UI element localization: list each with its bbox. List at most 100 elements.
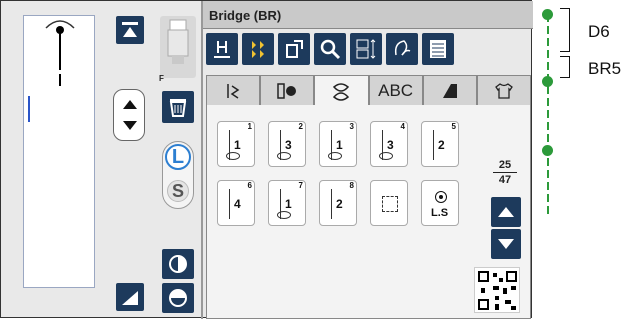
stitch-line: [59, 74, 61, 86]
stitch-number: 2: [298, 122, 303, 131]
qr-module: [511, 286, 516, 290]
stitch-value: 3: [387, 138, 394, 152]
stitch-grid: 11 23 31 43 52 64 71 82 L.S: [217, 121, 459, 226]
stitch-glyph: [433, 130, 434, 160]
qr-module: [495, 304, 499, 310]
stitch-preview: [23, 15, 95, 288]
tab-letters[interactable]: ABC: [368, 75, 423, 105]
up-arrow-icon[interactable]: [123, 100, 137, 109]
down-arrow-icon[interactable]: [123, 121, 137, 130]
stitch-tile-ls[interactable]: L.S: [421, 180, 459, 226]
stitch-tile[interactable]: 71: [268, 180, 306, 226]
title-bar: Bridge (BR): [203, 1, 533, 29]
satin-stitch-icon: [442, 83, 457, 98]
stitch-number: 6: [247, 181, 252, 190]
stitch-number: 4: [400, 122, 405, 131]
frame-icon: [382, 196, 398, 212]
stitch-tile[interactable]: 43: [370, 121, 408, 167]
flip-button[interactable]: [162, 283, 194, 313]
go-to-start-icon: [122, 22, 138, 37]
qr-module: [503, 288, 507, 294]
needle-mode-button[interactable]: [206, 33, 238, 65]
tab-utility[interactable]: [206, 75, 261, 105]
qr-module: [493, 286, 499, 290]
stitch-glyph: [379, 152, 393, 160]
length-toggle[interactable]: L S: [162, 141, 194, 209]
spacing-button[interactable]: [350, 33, 382, 65]
tab-letters-label: ABC: [378, 80, 414, 100]
mirror-icon: [169, 255, 187, 273]
page-total: 47: [498, 174, 512, 186]
start-point-button[interactable]: [116, 16, 144, 44]
presser-foot-indicator: [160, 16, 196, 78]
qr-finder: [478, 271, 489, 282]
annotation-label-upper: D6: [588, 22, 610, 41]
tab-decorative[interactable]: [314, 75, 369, 107]
position-stepper[interactable]: [113, 89, 145, 141]
page-down-button[interactable]: [491, 229, 521, 259]
position-cursor: [28, 96, 30, 122]
bracket-upper: [560, 8, 570, 52]
delete-button[interactable]: [162, 91, 194, 123]
stitch-tile[interactable]: 52: [421, 121, 459, 167]
sewing-screen: F L S Bridge (BR) ABC 1 1 2 3 3 1 4 3 5 …: [0, 0, 533, 319]
stitch-glyph: [277, 152, 291, 160]
qr-module: [499, 278, 503, 282]
utility-stitch-icon: [227, 83, 240, 99]
buttonhole-icon: [277, 82, 297, 99]
qr-code[interactable]: [474, 267, 520, 313]
needle-icon: [214, 41, 230, 58]
stitch-glyph: [277, 211, 291, 219]
qr-module: [493, 273, 497, 277]
shirt-icon: [495, 82, 513, 99]
flip-icon: [169, 289, 187, 307]
qr-finder: [478, 299, 489, 310]
stitch-tile[interactable]: 31: [319, 121, 357, 167]
stitch-value: 2: [438, 138, 445, 152]
resize-icon: [122, 291, 138, 305]
qr-module: [481, 288, 485, 293]
rotate-button[interactable]: [278, 33, 310, 65]
tab-buttonhole[interactable]: [260, 75, 315, 105]
sequence-marker: [542, 76, 553, 87]
pattern-combine-button[interactable]: [242, 33, 274, 65]
stitch-tile[interactable]: 23: [268, 121, 306, 167]
memory-button[interactable]: [422, 33, 454, 65]
stitch-tile[interactable]: 64: [217, 180, 255, 226]
tab-satin[interactable]: [422, 75, 477, 105]
stitch-glyph: [229, 189, 230, 219]
decorative-stitch-icon: [333, 82, 350, 101]
page-current: 25: [498, 159, 512, 171]
stitch-value: 2: [336, 197, 343, 211]
pattern-variant-button[interactable]: [386, 33, 418, 65]
zoom-button[interactable]: [314, 33, 346, 65]
trash-icon: [169, 99, 187, 117]
stitch-value: 1: [234, 138, 241, 152]
stitch-value: L.S: [431, 207, 449, 219]
page-title: Bridge (BR): [209, 8, 282, 23]
tab-garment[interactable]: [476, 75, 532, 105]
long-option[interactable]: L: [165, 144, 191, 170]
mirror-button[interactable]: [162, 249, 194, 279]
size-button[interactable]: [116, 283, 144, 311]
qr-finder: [506, 271, 517, 282]
page-up-button[interactable]: [491, 197, 521, 227]
stitch-tile[interactable]: 11: [217, 121, 255, 167]
stitch-number: 1: [247, 122, 252, 131]
presser-foot-label: F: [159, 74, 164, 83]
qr-module: [495, 296, 499, 300]
up-arrow-icon: [498, 207, 514, 217]
stitch-value: 1: [336, 138, 343, 152]
stitch-tile[interactable]: 82: [319, 180, 357, 226]
magnifier-icon: [320, 39, 341, 60]
column-divider: [201, 1, 203, 319]
stitch-glyph: [331, 189, 332, 219]
category-tabs: ABC: [206, 75, 532, 107]
stitch-tile-frame[interactable]: [370, 180, 408, 226]
stitch-value: 4: [234, 197, 241, 211]
short-option[interactable]: S: [167, 180, 189, 202]
stitch-glyph: [226, 152, 240, 160]
rotate-icon: [286, 40, 303, 58]
stitch-number: 8: [349, 181, 354, 190]
spacing-icon: [356, 39, 376, 59]
